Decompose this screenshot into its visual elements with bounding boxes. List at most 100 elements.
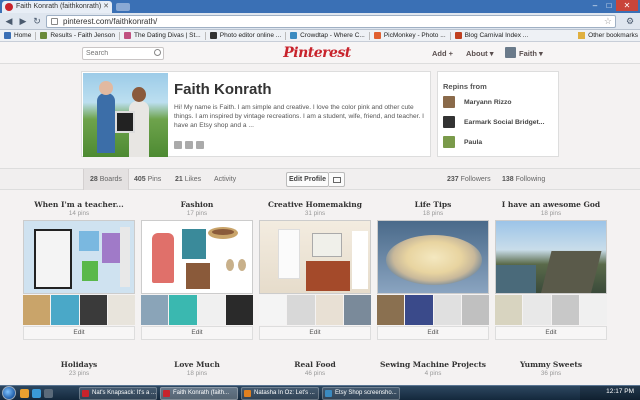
bookmark-item[interactable]: Crowdtap - Where C...: [286, 32, 369, 39]
globe-icon[interactable]: [174, 141, 182, 149]
about-menu[interactable]: About ▾: [466, 49, 494, 58]
board-thumbnail[interactable]: [287, 295, 315, 325]
ie-icon[interactable]: [32, 389, 41, 398]
forward-icon[interactable]: ▶: [17, 16, 29, 27]
board-edit-button[interactable]: Edit: [23, 326, 135, 340]
board-thumbnail[interactable]: [107, 295, 135, 325]
board-thumbnail[interactable]: [315, 295, 343, 325]
minimize-icon[interactable]: –: [588, 0, 602, 11]
board-pin-count: 46 pins: [304, 370, 326, 377]
pinterest-logo[interactable]: Pinterest: [262, 45, 372, 61]
board-cover-image[interactable]: [259, 220, 371, 294]
board-thumbnail[interactable]: [79, 295, 107, 325]
wrench-icon[interactable]: ⚙: [624, 16, 636, 27]
explorer-icon[interactable]: [20, 389, 29, 398]
board-pin-count: 31 pins: [304, 210, 326, 217]
facebook-icon[interactable]: [196, 141, 204, 149]
bookmark-favicon-icon: [209, 32, 217, 39]
profile-stats-bar: 28 Boards 405 Pins 21 Likes Activity Edi…: [0, 168, 640, 190]
board-title[interactable]: Real Food: [259, 360, 371, 369]
board-title[interactable]: I have an awesome God: [495, 200, 607, 209]
board-thumbnail[interactable]: [579, 295, 607, 325]
bookmark-item[interactable]: Blog Carnival Index ...: [451, 32, 533, 39]
repin-name: Paula: [464, 138, 483, 146]
desktop-icon[interactable]: [44, 389, 53, 398]
reload-icon[interactable]: ↻: [31, 16, 43, 27]
taskbar-window-button[interactable]: Etsy Shop screensho...: [322, 387, 400, 400]
bookmark-item[interactable]: Photo editor online ...: [206, 32, 285, 39]
board-title[interactable]: When I'm a teacher...: [23, 200, 135, 209]
start-button[interactable]: [2, 386, 16, 400]
board-thumbnail[interactable]: [51, 295, 79, 325]
search-icon[interactable]: [154, 49, 161, 56]
repin-source[interactable]: Earmark Social Bridget...: [443, 116, 544, 128]
taskbar-window-button[interactable]: Nat's Knapsack: It's a ...: [79, 387, 157, 400]
board-cover-image[interactable]: [141, 220, 253, 294]
pins-tab[interactable]: 405 Pins: [134, 169, 161, 190]
board-title[interactable]: Sewing Machine Projects: [377, 360, 489, 369]
bookmark-item[interactable]: The Dating Divas | St...: [120, 32, 205, 39]
address-bar[interactable]: pinterest.com/faithkonrath/ ☆: [46, 15, 616, 28]
taskbar-window-button[interactable]: Natasha In Oz: Let's ...: [241, 387, 319, 400]
clock[interactable]: 12:17 PM: [606, 388, 634, 395]
board-thumbnail[interactable]: [225, 295, 253, 325]
board-thumbnail[interactable]: [461, 295, 489, 325]
bookmark-favicon-icon: [40, 32, 48, 39]
board-edit-button[interactable]: Edit: [377, 326, 489, 340]
board-cover-image[interactable]: [495, 220, 607, 294]
following-link[interactable]: 138 Following: [502, 169, 545, 190]
bookmark-star-icon[interactable]: ☆: [604, 16, 612, 27]
board-edit-button[interactable]: Edit: [141, 326, 253, 340]
twitter-icon[interactable]: [185, 141, 193, 149]
board-thumbnail[interactable]: [141, 295, 169, 325]
board-thumbnail[interactable]: [23, 295, 51, 325]
profile-options-button[interactable]: [329, 172, 345, 187]
board-thumbnail[interactable]: [433, 295, 461, 325]
board-title[interactable]: Yummy Sweets: [495, 360, 607, 369]
back-icon[interactable]: ◀: [3, 16, 15, 27]
board-thumbnail[interactable]: [197, 295, 225, 325]
user-avatar[interactable]: [505, 47, 516, 58]
boards-tab[interactable]: 28 Boards: [83, 169, 129, 190]
maximize-icon[interactable]: □: [602, 0, 616, 11]
board-thumbnail[interactable]: [495, 295, 523, 325]
bookmark-item[interactable]: Home: [0, 32, 35, 39]
board-edit-button[interactable]: Edit: [495, 326, 607, 340]
board-thumbnail[interactable]: [343, 295, 371, 325]
board-edit-button[interactable]: Edit: [259, 326, 371, 340]
board-title[interactable]: Holidays: [23, 360, 135, 369]
browser-tab[interactable]: Faith Konrath (faithkonrath) ✕: [2, 1, 112, 13]
window-close-icon[interactable]: ✕: [616, 0, 638, 11]
board-title[interactable]: Creative Homemaking: [259, 200, 371, 209]
board-cover-image[interactable]: [377, 220, 489, 294]
board-title[interactable]: Fashion: [141, 200, 253, 209]
new-tab-button[interactable]: [116, 3, 130, 11]
bookmark-label: Blog Carnival Index ...: [464, 32, 529, 39]
board-thumbnail[interactable]: [523, 295, 551, 325]
board-thumbnails: [141, 295, 253, 325]
board-thumbnail[interactable]: [259, 295, 287, 325]
repin-source[interactable]: Paula: [443, 136, 482, 148]
add-button[interactable]: Add +: [432, 49, 453, 58]
taskbar-window-label: Faith Konrath (faith...: [173, 390, 230, 396]
user-menu[interactable]: Faith ▾: [519, 49, 543, 58]
activity-tab[interactable]: Activity: [214, 169, 236, 190]
close-tab-icon[interactable]: ✕: [103, 2, 109, 10]
board-title[interactable]: Life Tips: [377, 200, 489, 209]
likes-tab[interactable]: 21 Likes: [175, 169, 201, 190]
board-thumbnail[interactable]: [377, 295, 405, 325]
board-thumbnail[interactable]: [551, 295, 579, 325]
bookmark-favicon-icon: [290, 32, 298, 39]
other-bookmarks[interactable]: Other bookmarks: [574, 32, 638, 39]
board-title[interactable]: Love Much: [141, 360, 253, 369]
edit-profile-button[interactable]: Edit Profile: [286, 172, 329, 187]
repin-source[interactable]: Maryann Rizzo: [443, 96, 512, 108]
bookmark-item[interactable]: Results - Faith Jenson: [36, 32, 119, 39]
board-cover-image[interactable]: [23, 220, 135, 294]
search-input[interactable]: [82, 47, 164, 60]
followers-link[interactable]: 237 Followers: [447, 169, 491, 190]
board-thumbnail[interactable]: [405, 295, 433, 325]
bookmark-item[interactable]: PicMonkey - Photo ...: [370, 32, 450, 39]
taskbar-window-button[interactable]: Faith Konrath (faith...: [160, 387, 238, 400]
board-thumbnail[interactable]: [169, 295, 197, 325]
